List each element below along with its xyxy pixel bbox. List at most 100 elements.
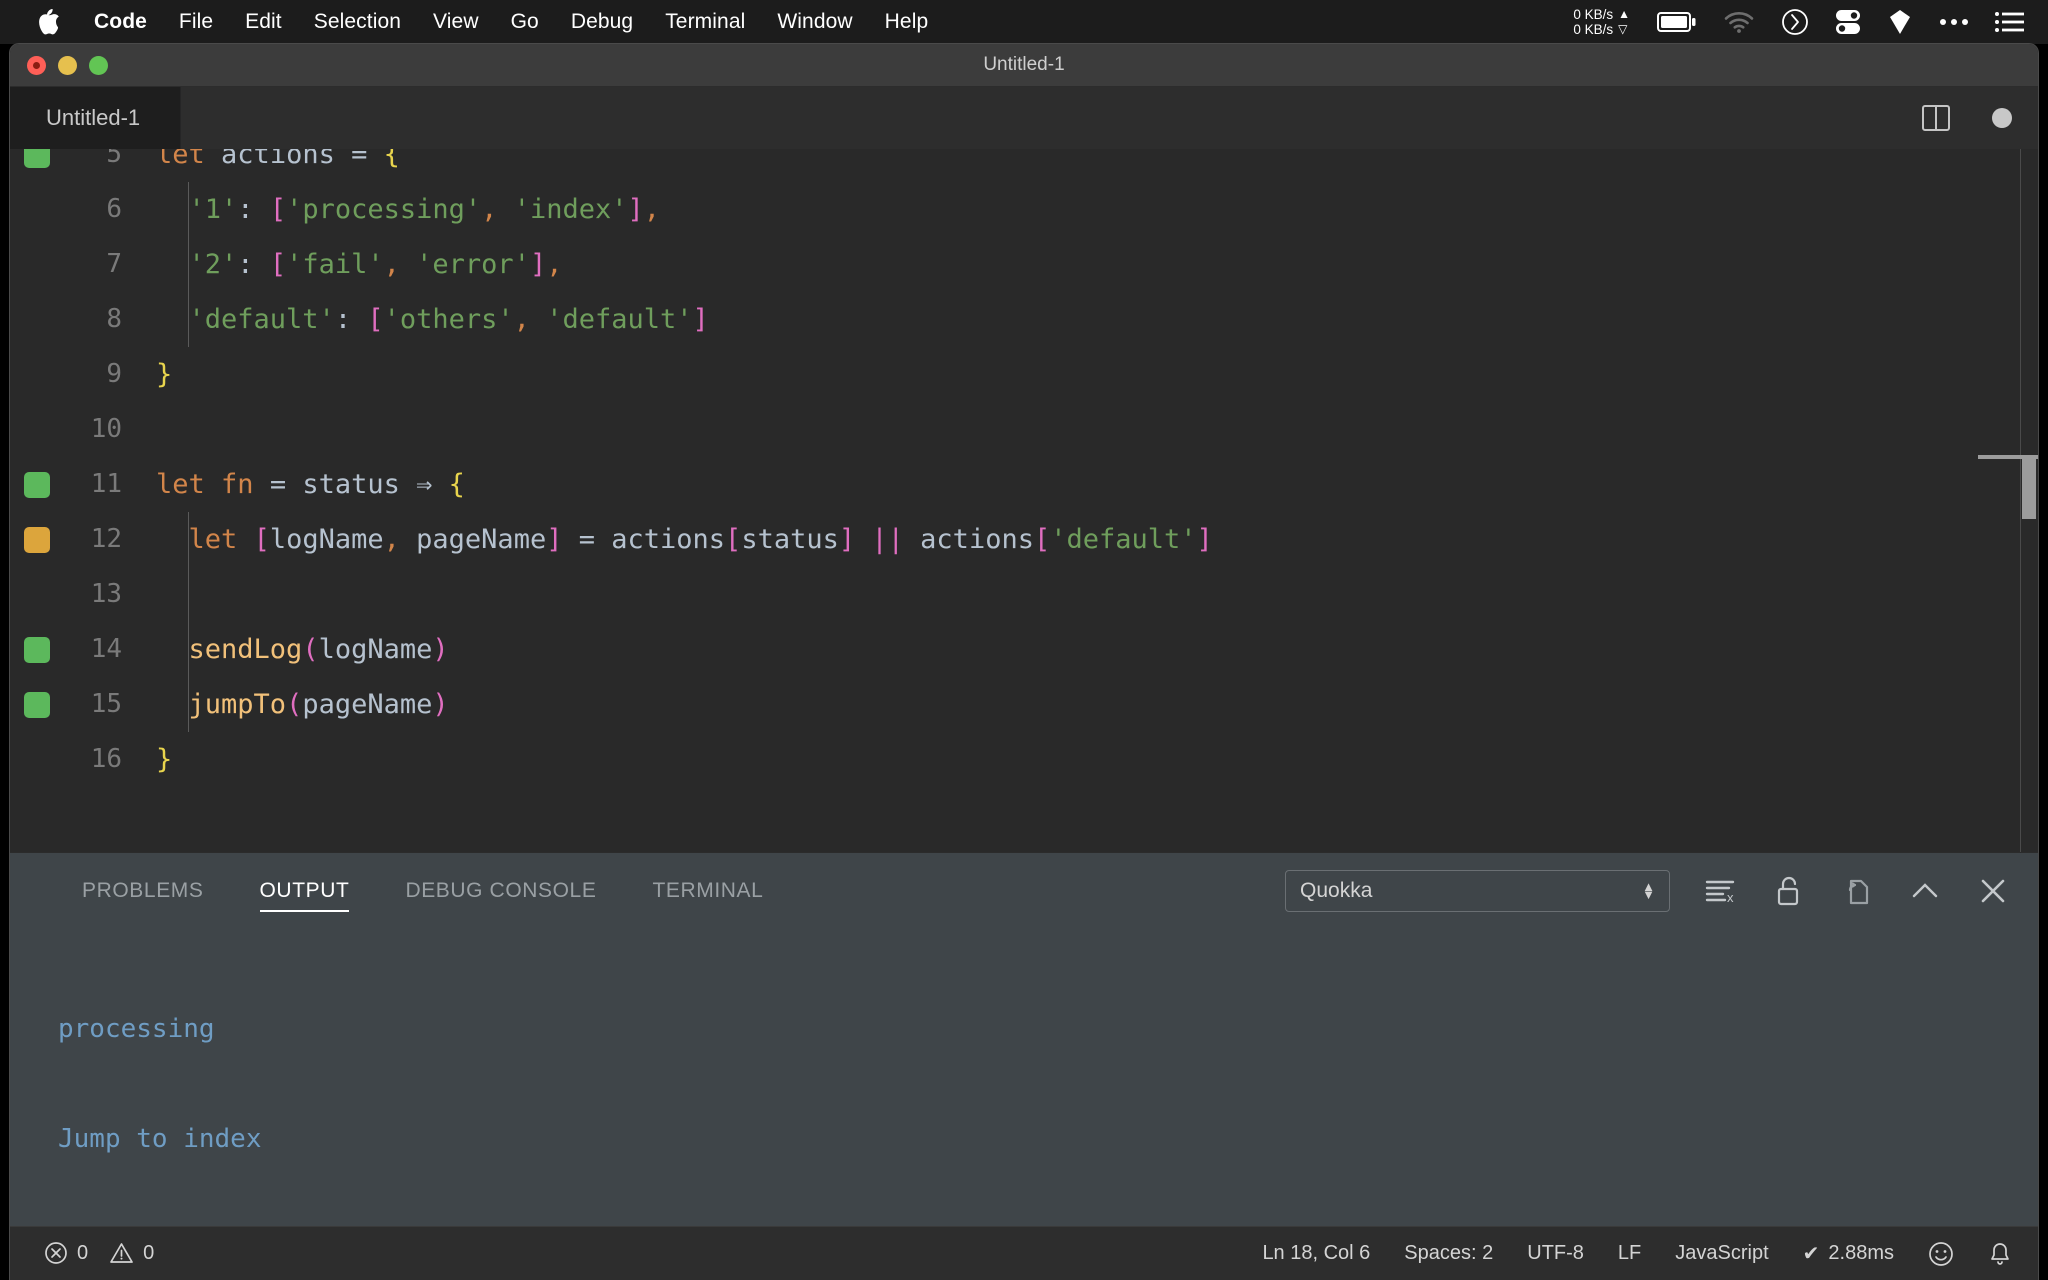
panel-tab-problems[interactable]: PROBLEMS [54,853,232,928]
statusbar-quokka[interactable]: ✔ 2.88ms [1803,1241,1894,1266]
code-line[interactable]: 10 [10,402,2038,457]
bell-icon[interactable] [1988,1241,2012,1267]
window-controls [27,55,108,75]
menu-item-code[interactable]: Code [78,0,163,44]
code-line[interactable]: 12 let [logName, pageName] = actions[sta… [10,512,2038,567]
gutter-run-marker[interactable] [24,636,50,663]
battery-icon[interactable] [1657,11,1697,33]
code-text: } [156,744,173,775]
statusbar: 0 0 Ln 18, Col 6 Spaces: 2 UTF-8 LF Java… [10,1226,2038,1280]
close-window-button[interactable] [27,55,46,75]
code-lines: 5 let actions = {6 '1': ['processing', 'i… [10,149,2038,787]
panel-tabs: PROBLEMS OUTPUT DEBUG CONSOLE TERMINAL [10,853,791,928]
maximize-window-button[interactable] [89,55,108,75]
network-speed-indicator[interactable]: 0 KB/s 0 KB/s ▲ ▽ [1573,7,1630,37]
chevron-up-icon[interactable] [1908,874,1942,908]
wifi-icon[interactable] [1723,10,1755,34]
gutter-run-marker[interactable] [24,691,50,718]
output-content[interactable]: processing Jump to index [10,928,2038,1194]
code-line[interactable]: 5 let actions = { [10,149,2038,182]
editor-scrollbar[interactable] [1978,149,2038,852]
close-icon[interactable] [1976,874,2010,908]
vscode-window: Untitled-1 Untitled-1 5 let actions = {6 … [10,44,2038,1280]
code-line[interactable]: 6 '1': ['processing', 'index'], [10,182,2038,237]
statusbar-language-mode[interactable]: JavaScript [1675,1242,1768,1265]
smiley-icon[interactable] [1928,1241,1954,1267]
line-number: 9 [106,359,122,389]
menu-item-edit[interactable]: Edit [229,0,298,44]
moon-clock-icon[interactable] [1781,8,1809,36]
ellipsis-icon[interactable] [1939,17,1969,27]
select-down-arrow: ▼ [1642,887,1655,902]
menu-item-window[interactable]: Window [761,0,868,44]
gutter-run-marker[interactable] [24,252,50,278]
unsaved-dot-icon[interactable] [1992,108,2012,128]
warning-count: 0 [143,1242,155,1264]
list-menu-icon[interactable] [1995,11,2025,33]
open-in-editor-icon[interactable] [1840,874,1874,908]
download-arrow-icon: ▽ [1618,22,1628,36]
menu-item-terminal[interactable]: Terminal [649,0,761,44]
code-line[interactable]: 9} [10,347,2038,402]
statusbar-encoding[interactable]: UTF-8 [1527,1242,1584,1265]
select-stepper-icon[interactable]: ▲ ▼ [1642,880,1655,902]
code-text: 'default': ['others', 'default'] [188,304,709,335]
line-number: 16 [90,744,122,774]
menu-item-help[interactable]: Help [869,0,945,44]
statusbar-cursor-position[interactable]: Ln 18, Col 6 [1262,1242,1370,1265]
minimize-window-button[interactable] [58,55,77,75]
panel-header: PROBLEMS OUTPUT DEBUG CONSOLE TERMINAL Q… [10,852,2038,928]
panel-tab-debug-console[interactable]: DEBUG CONSOLE [377,853,624,928]
line-number: 11 [90,469,122,499]
statusbar-indentation[interactable]: Spaces: 2 [1404,1242,1493,1265]
menu-item-selection[interactable]: Selection [298,0,417,44]
code-line[interactable]: 14 sendLog(logName) [10,622,2038,677]
code-line[interactable]: 15 jumpTo(pageName) [10,677,2038,732]
gutter-run-marker[interactable] [24,526,50,553]
panel-tab-output[interactable]: OUTPUT [232,853,378,928]
apple-logo-icon[interactable] [38,9,60,35]
indent-guide [188,622,189,677]
line-number: 15 [90,689,122,719]
line-number: 10 [90,414,122,444]
code-line[interactable]: 13 [10,567,2038,622]
code-editor[interactable]: 5 let actions = {6 '1': ['processing', 'i… [10,149,2038,852]
unlock-icon[interactable] [1772,874,1806,908]
code-line[interactable]: 16} [10,732,2038,787]
menu-item-file[interactable]: File [163,0,229,44]
editor-tab-untitled-1[interactable]: Untitled-1 [10,87,182,149]
output-channel-select[interactable]: Quokka ▲ ▼ [1285,870,1670,912]
window-title: Untitled-1 [983,54,1065,75]
code-text: let fn = status ⇒ { [156,469,465,500]
dropbox-icon[interactable] [1887,8,1913,36]
menu-item-go[interactable]: Go [495,0,555,44]
output-line: processing [58,1014,215,1044]
statusbar-eol[interactable]: LF [1618,1242,1641,1265]
menu-item-debug[interactable]: Debug [555,0,649,44]
gutter-run-marker[interactable] [24,307,50,333]
split-editor-icon[interactable] [1922,105,1950,131]
line-number: 14 [90,634,122,664]
gutter-run-marker[interactable] [24,362,50,388]
code-line[interactable]: 8 'default': ['others', 'default'] [10,292,2038,347]
output-line: Jump to index [58,1124,262,1154]
editor-tabbar: Untitled-1 [10,87,2038,149]
editor-scrollbar-thumb[interactable] [2022,459,2036,519]
code-line[interactable]: 11 let fn = status ⇒ { [10,457,2038,512]
clear-output-icon[interactable]: x [1704,874,1738,908]
gutter-run-marker[interactable] [24,417,50,443]
editor-tab-label: Untitled-1 [46,105,141,130]
gutter-run-marker[interactable] [24,582,50,608]
gutter-run-marker[interactable] [24,197,50,223]
gutter-run-marker[interactable] [24,149,50,168]
code-line[interactable]: 7 '2': ['fail', 'error'], [10,237,2038,292]
menu-item-view[interactable]: View [417,0,495,44]
gutter-run-marker[interactable] [24,747,50,773]
download-speed: 0 KB/s [1573,22,1614,37]
line-number: 13 [90,579,122,609]
gutter-run-marker[interactable] [24,471,50,498]
statusbar-problems[interactable]: 0 0 [44,1241,154,1266]
line-number: 6 [106,194,122,224]
toggles-icon[interactable] [1835,8,1861,36]
panel-tab-terminal[interactable]: TERMINAL [624,853,791,928]
